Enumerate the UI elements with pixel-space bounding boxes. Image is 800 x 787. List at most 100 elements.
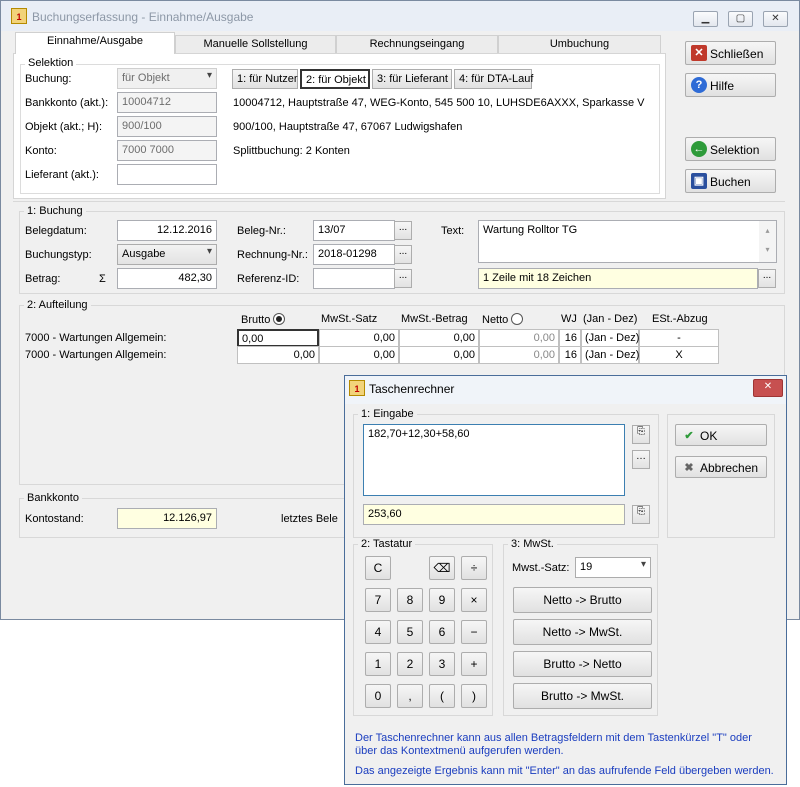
brutto-mwst-button[interactable]: Brutto -> MwSt. [513,683,652,709]
text-info-field: 1 Zeile mit 18 Zeichen [478,268,758,289]
row2-satz-cell[interactable]: 0,00 [319,346,399,364]
tab-manuelle-sollstellung[interactable]: Manuelle Sollstellung [175,35,336,53]
selektion-title: Selektion [25,57,77,69]
key-clear[interactable]: C [365,556,391,580]
row2-betrag-cell[interactable]: 0,00 [399,346,479,364]
more-options-button[interactable]: … [632,450,650,469]
konto-field[interactable]: 7000 7000 [117,140,217,161]
lieferant-field[interactable] [117,164,217,185]
col-est-abzug-header: ESt.-Abzug [652,313,708,325]
brutto-netto-button[interactable]: Brutto -> Netto [513,651,652,677]
key-plus[interactable]: + [461,652,487,676]
key-8[interactable]: 8 [397,588,423,612]
bankkonto-field[interactable]: 10004712 [117,92,217,113]
hilfe-button[interactable]: ? Hilfe [685,73,776,97]
key-7[interactable]: 7 [365,588,391,612]
tab-label: Manuelle Sollstellung [203,38,308,50]
seg-fuer-dta-lauf[interactable]: 4: für DTA-Lauf [454,69,533,89]
netto-radio[interactable] [511,313,524,325]
betrag-field[interactable]: 482,30 [117,268,217,289]
tab-label: Rechnungseingang [369,38,465,50]
rechnungnr-browse-button[interactable]: ... [394,245,412,264]
text-scrollbar[interactable]: ▴ ▾ [759,221,776,262]
eingabe-group-title: 1: Eingabe [358,408,417,420]
key-paren-close[interactable]: ) [461,684,487,708]
row2-abzug-cell[interactable]: X [639,346,719,364]
objekt-label: Objekt (akt.; H): [25,121,103,133]
key-9[interactable]: 9 [429,588,455,612]
schliessen-label: Schließen [710,47,764,61]
abbrechen-button[interactable]: ✖ Abbrechen [675,456,767,478]
key-1[interactable]: 1 [365,652,391,676]
mwst-satz-select[interactable]: 19 ▾ [575,557,651,578]
key-2[interactable]: 2 [397,652,423,676]
row1-netto-cell[interactable]: 0,00 [479,329,559,347]
selektion-label: Selektion [710,143,760,157]
key-comma[interactable]: , [397,684,423,708]
selektion-button[interactable]: ← Selektion [685,137,776,161]
row2-zeitraum-cell[interactable]: (Jan - Dez) [581,346,639,364]
brutto-radio[interactable] [273,313,286,325]
key-0[interactable]: 0 [365,684,391,708]
key-paren-open[interactable]: ( [429,684,455,708]
hilfe-label: Hilfe [710,79,735,93]
seg-fuer-nutzer[interactable]: 1: für Nutzer [232,69,298,89]
objekt-field[interactable]: 900/100 [117,116,217,137]
seg-fuer-lieferant[interactable]: 3: für Lieferant [372,69,452,89]
row1-wj-cell[interactable]: 16 [559,329,581,347]
row2-brutto-cell[interactable]: 0,00 [237,346,319,364]
row1-betrag-cell[interactable]: 0,00 [399,329,479,347]
seg-fuer-objekt[interactable]: 2: für Objekt [300,69,370,89]
belegnr-browse-button[interactable]: ... [394,221,412,240]
paste-icon[interactable]: ⎘ [632,425,650,444]
col-brutto-header: Brutto [241,313,286,326]
maximize-icon[interactable]: ▢ [728,11,753,27]
minimize-icon[interactable]: ▁ [693,11,718,27]
referenz-browse-button[interactable]: ... [394,269,412,288]
tab-label: Umbuchung [549,38,610,50]
result-field: 253,60 [363,504,625,525]
buchung-select[interactable]: für Objekt ▾ [117,68,217,89]
tab-rechnungseingang[interactable]: Rechnungseingang [336,35,498,53]
netto-brutto-button[interactable]: Netto -> Brutto [513,587,652,613]
key-backspace[interactable]: ⌫ [429,556,455,580]
belegnr-field[interactable]: 13/07 [313,220,395,241]
text-field[interactable]: Wartung Rolltor TG [478,220,777,263]
row1-zeitraum-cell[interactable]: (Jan - Dez) [581,329,639,347]
tab-umbuchung[interactable]: Umbuchung [498,35,661,53]
key-6[interactable]: 6 [429,620,455,644]
row1-brutto-cell[interactable]: 0,00 [237,329,319,347]
close-icon[interactable]: ✕ [763,11,788,27]
mwst-satz-label: Mwst.-Satz: [512,562,570,574]
row1-satz-cell[interactable]: 0,00 [319,329,399,347]
key-3[interactable]: 3 [429,652,455,676]
buchen-button[interactable]: ▣ Buchen [685,169,776,193]
buchungstyp-select[interactable]: Ausgabe ▾ [117,244,217,265]
key-4[interactable]: 4 [365,620,391,644]
key-multiply[interactable]: × [461,588,487,612]
schliessen-button[interactable]: ✕ Schließen [685,41,776,65]
key-minus[interactable]: − [461,620,487,644]
rechnungnr-field[interactable]: 2018-01298 [313,244,395,265]
key-5[interactable]: 5 [397,620,423,644]
eingabe-textarea[interactable]: 182,70+12,30+58,60 [363,424,625,496]
ok-button[interactable]: ✔ OK [675,424,767,446]
netto-mwst-button[interactable]: Netto -> MwSt. [513,619,652,645]
row2-netto-cell[interactable]: 0,00 [479,346,559,364]
buchung-label: Buchung: [25,73,72,85]
chevron-down-icon: ▾ [206,70,212,81]
text-label: Text: [441,225,465,237]
main-titlebar: 1 Buchungserfassung - Einnahme/Ausgabe ▁… [1,1,799,31]
chevron-down-icon: ▾ [206,246,212,257]
chevron-down-icon: ▾ [640,559,646,570]
save-disk-icon: ▣ [691,173,707,189]
text-info-browse-button[interactable]: ... [758,269,776,288]
tab-einnahme-ausgabe[interactable]: Einnahme/Ausgabe [15,32,175,54]
row2-wj-cell[interactable]: 16 [559,346,581,364]
referenz-field[interactable] [313,268,395,289]
close-icon[interactable]: ✕ [753,379,783,397]
row1-abzug-cell[interactable]: - [639,329,719,347]
copy-result-icon[interactable]: ⎘ [632,505,650,524]
key-divide[interactable]: ÷ [461,556,487,580]
belegdatum-field[interactable]: 12.12.2016 [117,220,217,241]
